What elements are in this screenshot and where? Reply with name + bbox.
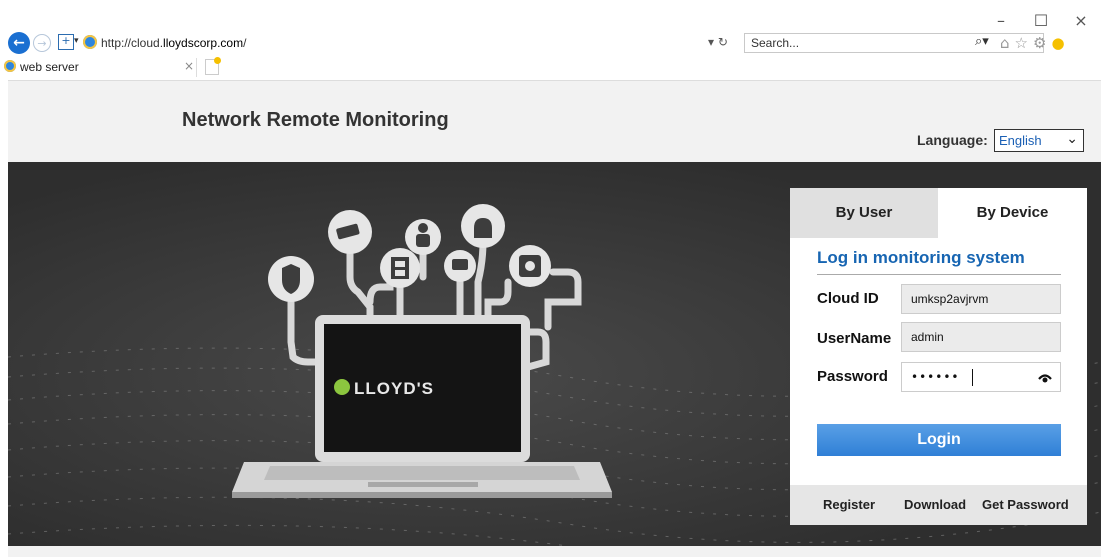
search-icon[interactable]: ⌕▾ <box>975 34 989 49</box>
password-value: •••••• <box>911 370 960 384</box>
browser-tab[interactable]: web server × <box>0 58 197 77</box>
ie-logo-icon <box>4 60 16 72</box>
download-link[interactable]: Download <box>904 497 966 512</box>
login-footer: Register Download Get Password <box>790 485 1087 525</box>
new-tab-icon[interactable] <box>205 57 221 75</box>
chevron-down-icon[interactable]: ▾ <box>74 36 79 46</box>
favorites-add-icon[interactable]: + <box>58 34 74 50</box>
tab-by-user[interactable]: By User <box>790 188 938 238</box>
chevron-down-icon: ⌄ <box>1066 131 1078 147</box>
forward-arrow-icon[interactable]: → <box>33 34 51 52</box>
divider <box>817 274 1061 275</box>
cloud-id-field[interactable]: umksp2avjrvm <box>901 284 1061 314</box>
smiley-feedback-icon[interactable]: ● <box>1051 33 1064 53</box>
password-label: Password <box>817 368 888 385</box>
language-label: Language: <box>917 132 988 148</box>
page-footer-strip <box>8 546 1101 557</box>
home-icon[interactable]: ⌂ <box>1000 33 1010 53</box>
address-bar[interactable]: http://cloud.lloydscorp.com/ <box>101 36 246 50</box>
login-tabs: By User By Device <box>790 188 1087 238</box>
navigation-bar: ← → + ▾ http://cloud.lloydscorp.com/ ▾ ↻… <box>0 30 1101 58</box>
password-field[interactable]: •••••• <box>901 362 1061 392</box>
search-input[interactable]: Search... <box>744 33 1044 53</box>
cloud-id-value: umksp2avjrvm <box>911 292 989 306</box>
back-arrow-icon[interactable]: ← <box>8 32 30 54</box>
tab-bar: web server × <box>0 57 1101 78</box>
show-password-eye-icon[interactable] <box>1038 371 1052 385</box>
close-tab-icon[interactable]: × <box>184 59 194 73</box>
url-domain: lloydscorp.com <box>163 36 244 50</box>
browser-chrome: – ☐ × ← → + ▾ http://cloud.lloydscorp.co… <box>0 0 1101 80</box>
register-link[interactable]: Register <box>823 497 875 512</box>
text-cursor <box>972 369 973 386</box>
page-title: Network Remote Monitoring <box>182 109 449 131</box>
star-icon[interactable]: ☆ <box>1015 33 1028 53</box>
login-title: Log in monitoring system <box>817 248 1025 267</box>
page-header: Network Remote Monitoring Language: Engl… <box>8 80 1101 163</box>
gear-icon[interactable]: ⚙ <box>1033 33 1046 53</box>
username-label: UserName <box>817 330 892 347</box>
login-panel: By User By Device Log in monitoring syst… <box>790 188 1087 525</box>
tab-by-device[interactable]: By Device <box>938 188 1087 238</box>
cloud-id-label: Cloud ID <box>817 290 879 307</box>
url-suffix: / <box>243 36 247 50</box>
username-value: admin <box>911 330 944 344</box>
ie-logo-icon <box>83 35 97 49</box>
refresh-icon[interactable]: ▾ ↻ <box>708 35 728 49</box>
login-button[interactable]: Login <box>817 424 1061 456</box>
toolbar-icons: ⌂ ☆ ⚙ ● <box>1000 33 1065 53</box>
username-field[interactable]: admin <box>901 322 1061 352</box>
language-value: English <box>999 133 1042 148</box>
tab-title: web server <box>20 60 79 74</box>
brand-logo-text: LLOYD'S <box>354 379 434 398</box>
get-password-link[interactable]: Get Password <box>982 497 1069 512</box>
url-prefix: http://cloud. <box>101 36 164 50</box>
language-select[interactable]: English ⌄ <box>994 129 1084 152</box>
search-placeholder: Search... <box>751 36 800 50</box>
